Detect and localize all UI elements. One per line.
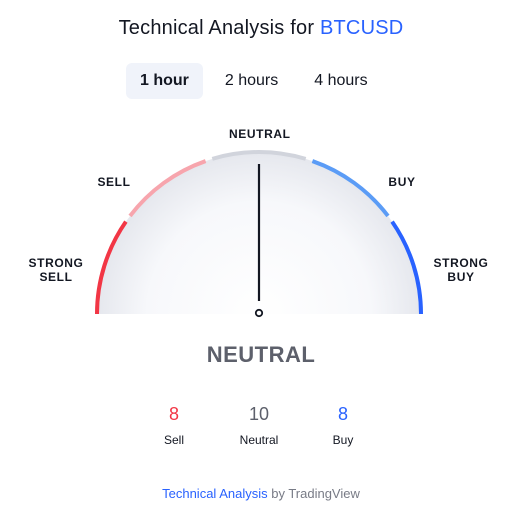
sell-count-label: Sell — [163, 433, 184, 447]
by-tradingview-text: by TradingView — [271, 486, 360, 501]
gauge-label-buy: BUY — [388, 175, 416, 189]
buy-count: 8 — [337, 404, 348, 424]
sell-counter: 8 Sell — [134, 404, 214, 447]
gauge-label-sell: SELL — [97, 175, 131, 189]
strong-sell-line-2: SELL — [39, 270, 73, 284]
neutral-count: 10 — [248, 404, 270, 424]
verdict-text: NEUTRAL — [206, 342, 316, 367]
strong-sell-line-1: STRONG — [28, 256, 84, 270]
strong-buy-line-1: STRONG — [433, 256, 489, 270]
gauge-label-strong-buy: STRONG BUY — [431, 256, 491, 284]
gauge-label-strong-sell: STRONG SELL — [26, 256, 86, 284]
technical-analysis-link[interactable]: Technical Analysis — [162, 486, 268, 501]
technical-analysis-widget: Technical Analysis for BTCUSD 1 hour 2 h… — [0, 0, 522, 516]
gauge-needle-pivot — [254, 308, 264, 318]
buy-counter: 8 Buy — [303, 404, 383, 447]
neutral-counter: 10 Neutral — [219, 404, 299, 447]
sell-count: 8 — [168, 404, 179, 424]
attribution: Technical Analysis by TradingView — [0, 486, 522, 501]
buy-count-label: Buy — [332, 433, 354, 447]
neutral-count-label: Neutral — [239, 433, 279, 447]
strong-buy-line-2: BUY — [447, 270, 475, 284]
gauge-label-neutral: NEUTRAL — [229, 127, 291, 141]
